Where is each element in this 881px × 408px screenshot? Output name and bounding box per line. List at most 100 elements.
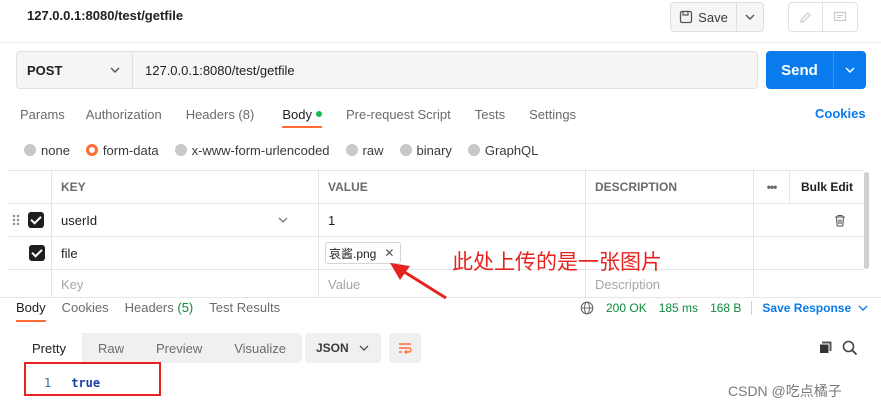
radio-icon xyxy=(345,144,358,156)
file-name: 哀酱.png xyxy=(329,246,377,261)
radio-label: raw xyxy=(362,142,384,158)
comment-icon[interactable] xyxy=(823,11,857,24)
view-tab-visualize[interactable]: Visualize xyxy=(218,333,302,363)
save-icon xyxy=(680,10,693,24)
response-tab-underline xyxy=(16,320,46,322)
save-response-button[interactable]: Save Response xyxy=(762,301,851,315)
drag-handle-icon[interactable] xyxy=(12,214,20,226)
search-icon[interactable] xyxy=(842,340,858,356)
row-checkbox[interactable] xyxy=(29,245,45,261)
wrap-lines-icon xyxy=(399,343,412,355)
header-divider xyxy=(0,42,881,43)
response-tabs: Body Cookies Headers (5) Test Results xyxy=(16,300,280,315)
response-time: 185 ms xyxy=(658,301,699,315)
table-row xyxy=(8,270,52,298)
request-title: 127.0.0.1:8080/test/getfile xyxy=(27,8,184,23)
annotation-arrow-icon xyxy=(390,263,447,300)
radio-label: form-data xyxy=(102,142,159,158)
row-actions-cell xyxy=(754,237,864,270)
table-scrollbar[interactable] xyxy=(864,172,869,269)
radio-graphql[interactable]: GraphQL xyxy=(467,143,538,158)
column-header-description: DESCRIPTION xyxy=(586,171,754,204)
headers-count-badge: (5) xyxy=(177,300,194,315)
view-tab-preview[interactable]: Preview xyxy=(140,333,218,363)
new-key-input[interactable]: Key xyxy=(52,270,319,298)
body-mode-radios: none form-data x-www-form-urlencoded raw… xyxy=(24,142,538,158)
tab-authorization[interactable]: Authorization xyxy=(86,107,162,122)
more-options-icon[interactable]: ••• xyxy=(754,171,790,204)
tab-body-label: Body xyxy=(282,106,312,122)
request-bar: POST 127.0.0.1:8080/test/getfile xyxy=(16,51,758,89)
body-active-dot-icon xyxy=(315,111,322,117)
pencil-icon[interactable] xyxy=(789,3,824,31)
tab-headers[interactable]: Headers (8) xyxy=(186,107,255,122)
copy-icon[interactable] xyxy=(818,340,833,355)
response-meta: 200 OK 185 ms 168 B Save Response xyxy=(580,300,868,316)
table-row xyxy=(8,237,52,270)
tab-pre-request-script[interactable]: Pre-request Script xyxy=(346,107,451,122)
request-tabs: Params Authorization Headers (8) Body Pr… xyxy=(20,106,576,122)
column-header-key: KEY xyxy=(52,171,319,204)
tab-tests[interactable]: Tests xyxy=(475,107,505,122)
description-cell[interactable] xyxy=(586,204,754,237)
edit-comment-group xyxy=(788,2,858,32)
radio-raw[interactable]: raw xyxy=(345,142,384,158)
response-size: 168 B xyxy=(710,301,742,315)
format-label: JSON xyxy=(316,341,349,355)
globe-icon[interactable] xyxy=(580,301,594,315)
trash-icon[interactable] xyxy=(834,214,846,227)
send-label: Send xyxy=(766,51,834,89)
save-button-group[interactable]: Save xyxy=(670,2,764,32)
save-options-chevron-icon[interactable] xyxy=(737,14,763,20)
radio-label: none xyxy=(41,142,70,158)
radio-form-data[interactable]: form-data xyxy=(85,142,159,158)
save-response-chevron-icon[interactable] xyxy=(858,305,868,311)
annotation-text: 此处上传的是一张图片 xyxy=(452,251,662,274)
method-select[interactable]: POST xyxy=(17,52,133,88)
chevron-down-icon xyxy=(110,67,120,73)
view-tab-pretty[interactable]: Pretty xyxy=(16,333,82,363)
status-badge: 200 OK xyxy=(606,301,647,315)
row-checkbox[interactable] xyxy=(28,212,44,228)
save-button[interactable]: Save xyxy=(671,3,737,31)
send-options-chevron-icon[interactable] xyxy=(834,67,866,73)
radio-selected-icon xyxy=(85,144,98,156)
chevron-down-icon xyxy=(359,345,369,351)
radio-label: x-www-form-urlencoded xyxy=(191,142,330,158)
file-chip[interactable]: 哀酱.png ✕ xyxy=(325,242,402,264)
table-header-handle xyxy=(8,171,52,204)
format-select[interactable]: JSON xyxy=(305,333,381,363)
tab-body[interactable]: Body xyxy=(282,107,322,122)
view-tab-raw[interactable]: Raw xyxy=(82,333,140,363)
view-mode-tabs: Pretty Raw Preview Visualize xyxy=(16,333,303,363)
tab-params[interactable]: Params xyxy=(20,107,65,122)
watermark: CSDN @吃点橘子 xyxy=(728,383,842,399)
response-tab-test-results[interactable]: Test Results xyxy=(209,300,280,315)
method-label: POST xyxy=(27,62,63,78)
radio-icon xyxy=(174,144,187,156)
send-button[interactable]: Send xyxy=(766,51,866,89)
response-tab-body[interactable]: Body xyxy=(16,300,46,315)
response-tab-cookies[interactable]: Cookies xyxy=(62,300,109,315)
radio-icon xyxy=(399,144,412,156)
response-tab-headers-label: Headers xyxy=(124,300,174,315)
tab-settings[interactable]: Settings xyxy=(529,107,576,122)
delete-cell xyxy=(754,204,864,237)
wrap-lines-button[interactable] xyxy=(389,333,421,363)
url-input[interactable]: 127.0.0.1:8080/test/getfile xyxy=(133,63,295,78)
column-header-value: VALUE xyxy=(319,171,586,204)
active-tab-underline xyxy=(282,126,322,128)
value-cell[interactable]: 1 xyxy=(319,204,586,237)
cookies-link[interactable]: Cookies xyxy=(815,106,866,121)
key-cell[interactable]: file xyxy=(52,237,319,270)
key-text: userId xyxy=(61,212,98,228)
key-type-chevron-icon[interactable] xyxy=(278,217,288,223)
radio-x-www-form-urlencoded[interactable]: x-www-form-urlencoded xyxy=(174,142,330,158)
meta-divider xyxy=(751,301,753,315)
response-tab-headers[interactable]: Headers (5) xyxy=(125,300,194,315)
remove-file-icon[interactable]: ✕ xyxy=(384,246,394,260)
bulk-edit-button[interactable]: Bulk Edit xyxy=(790,171,864,204)
radio-binary[interactable]: binary xyxy=(399,143,452,158)
radio-none[interactable]: none xyxy=(24,143,70,158)
key-cell[interactable]: userId xyxy=(52,204,319,237)
